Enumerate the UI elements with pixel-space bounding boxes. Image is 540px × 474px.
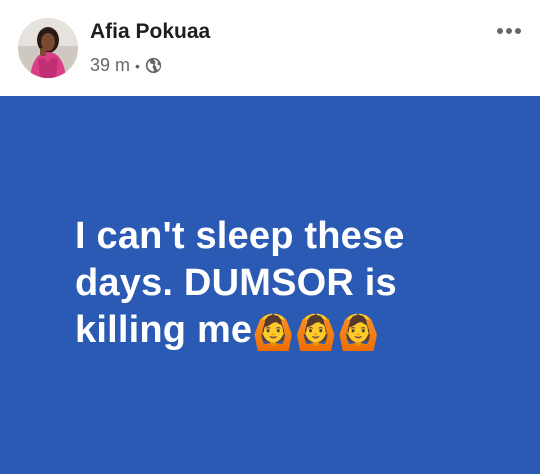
post-meta: 39 m • [90, 55, 162, 76]
avatar-photo [18, 18, 78, 78]
post-content-background: I can't sleep these days. DUMSOR is kill… [0, 96, 540, 474]
post-time[interactable]: 39 m [90, 55, 130, 76]
globe-icon[interactable] [145, 57, 162, 74]
post-header: Afia Pokuaa 39 m • [0, 0, 540, 96]
author-name[interactable]: Afia Pokuaa [90, 20, 210, 44]
person-gesturing-ok-emoji: 🙆🙆🙆 [252, 313, 380, 353]
meta-separator: • [135, 57, 140, 74]
post-text: I can't sleep these days. DUMSOR is kill… [75, 213, 465, 357]
facebook-post: Afia Pokuaa 39 m • I can't sleep these d… [0, 0, 540, 474]
more-options-button[interactable] [492, 18, 526, 44]
post-text-line-3: killing me🙆🙆🙆 [75, 307, 465, 357]
author-avatar[interactable] [18, 18, 78, 78]
post-text-line-1: I can't sleep these [75, 215, 405, 257]
post-text-line-2: days. DUMSOR is [75, 262, 397, 304]
more-options-icon [497, 28, 521, 34]
post-text-line-3-words: killing me [75, 309, 253, 351]
